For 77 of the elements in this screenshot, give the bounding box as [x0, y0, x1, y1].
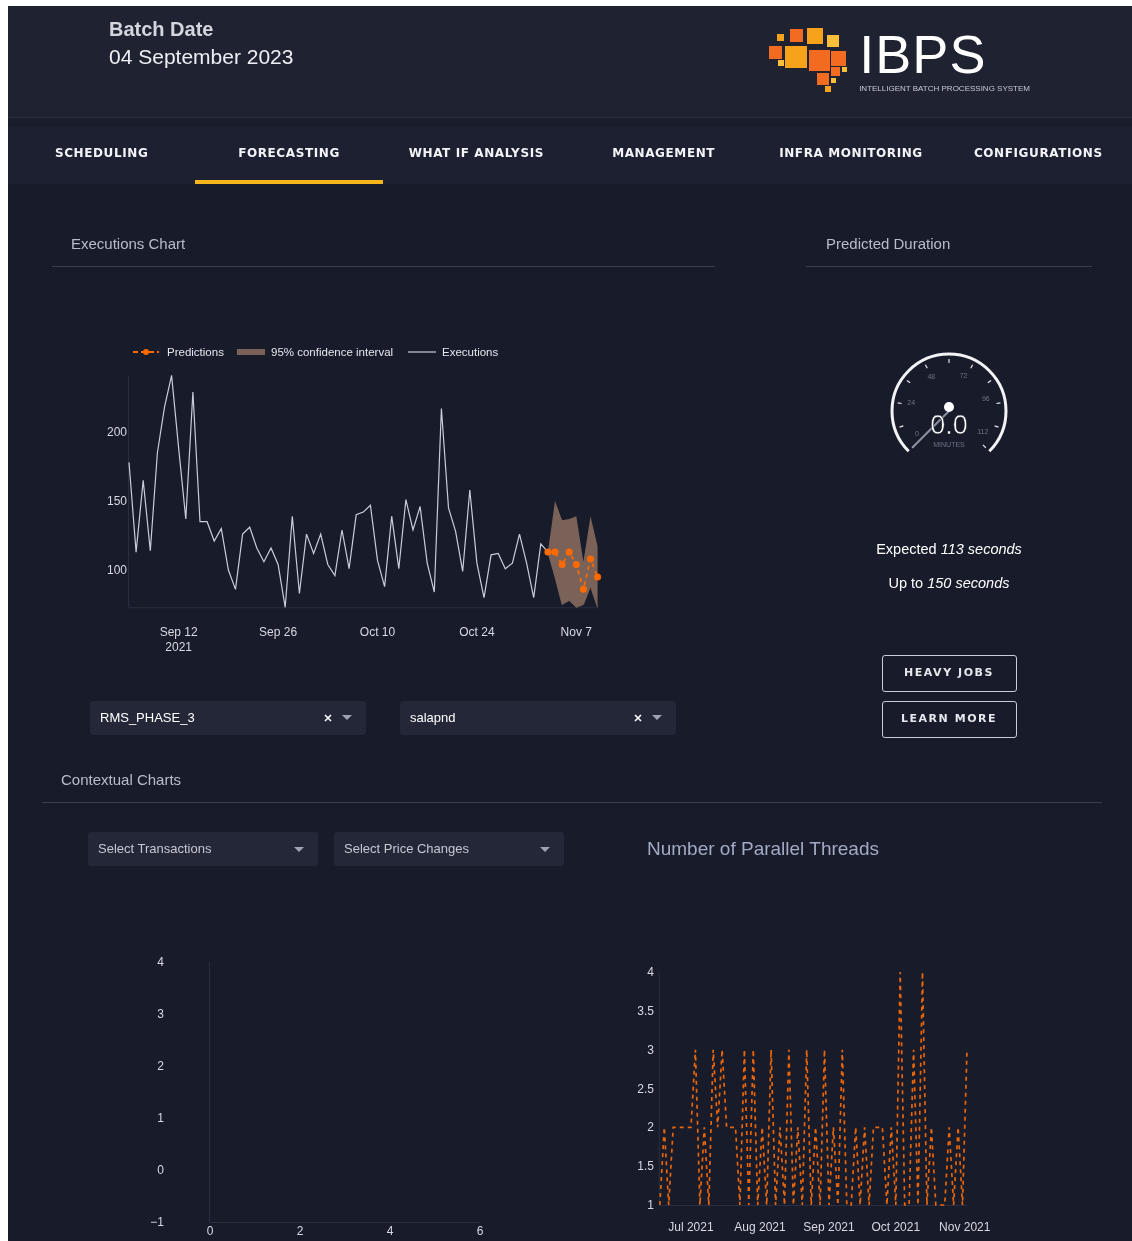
caret-icon: [294, 846, 304, 852]
legend-swatch: [132, 348, 160, 355]
nav-tab[interactable]: SCHEDULING: [8, 126, 196, 184]
gauge-value: 0.0: [930, 409, 968, 440]
axis-tick-label: 1.5: [637, 1159, 654, 1174]
axis-tick-label: 4: [157, 955, 164, 969]
legend-swatch: [237, 348, 265, 355]
logo-wordmark: IBPS: [859, 28, 988, 80]
chart-title: Number of Parallel Threads: [647, 836, 879, 861]
batch-date-value: 04 September 2023: [109, 44, 294, 70]
axis-tick-label: 2: [296, 1224, 304, 1238]
data-marker: [587, 555, 594, 562]
dropdown-field[interactable]: Select Transactions: [88, 832, 318, 866]
gauge-hub: [944, 401, 954, 412]
data-marker: [579, 585, 587, 593]
axis-tick-label: 1: [647, 1198, 654, 1212]
axis-tick-label: 4: [386, 1224, 394, 1238]
dropdown-placeholder: Select Price Changes: [344, 840, 470, 859]
section-title: Contextual Charts: [61, 771, 182, 788]
axis-tick-label: Jul 2021: [668, 1220, 714, 1234]
axis-tick-label: 0: [157, 1163, 164, 1177]
dropdown-field[interactable]: RMS_PHASE_3: [90, 700, 366, 735]
logo-icon: [769, 28, 850, 94]
action-button[interactable]: LEARN MORE: [881, 701, 1017, 738]
axis-tick-label: 3: [647, 1042, 654, 1057]
axis-tick-label: −1: [150, 1215, 164, 1229]
logo-tagline: INTELLIGENT BATCH PROCESSING SYSTEM: [859, 83, 1030, 95]
axis-tick-label: Nov 7: [560, 624, 592, 639]
axis-tick-label: Nov 2021: [939, 1220, 991, 1234]
nav-tab[interactable]: WHAT IF ANALYSIS: [382, 126, 570, 184]
axis-tick-label: 3: [157, 1007, 164, 1021]
data-marker: [565, 548, 573, 556]
dropdown-field[interactable]: salapnd: [400, 700, 676, 735]
axis-tick-label: Oct 24: [459, 624, 495, 639]
nav-tab[interactable]: MANAGEMENT: [570, 126, 758, 184]
nav-tab[interactable]: CONFIGURATIONS: [944, 126, 1132, 184]
caret-icon: [652, 715, 662, 720]
axis-tick-label: 3.5: [637, 1003, 654, 1018]
nav-tab[interactable]: INFRA MONITORING: [757, 126, 945, 184]
max-duration-text: Up to 150 seconds: [888, 574, 1010, 594]
axis-tick-label: 100: [106, 562, 127, 577]
section-title: Predicted Duration: [826, 234, 951, 252]
data-marker: [572, 560, 580, 568]
axis-tick-label: Sep 26: [259, 624, 298, 639]
nav-tab[interactable]: FORECASTING: [195, 126, 383, 184]
legend-label: Executions: [442, 345, 499, 358]
caret-icon: [540, 846, 550, 852]
axis-tick-label: Aug 2021: [734, 1220, 786, 1234]
axis-tick-label: 2: [157, 1059, 164, 1073]
axis-tick-label: 0: [206, 1224, 214, 1238]
axis-tick-label: Sep 12 2021: [159, 624, 198, 654]
expected-duration-text: Expected 113 seconds: [876, 539, 1022, 559]
data-marker: [594, 572, 602, 580]
axis-tick-label: 1: [157, 1111, 164, 1125]
section-title: Executions Chart: [71, 234, 186, 252]
axis-tick-label: 6: [476, 1224, 484, 1238]
clear-icon[interactable]: [634, 713, 642, 722]
axis-tick-label: Oct 10: [359, 624, 396, 639]
legend-label: 95% confidence interval: [271, 345, 394, 358]
axis-tick-label: Oct 2021: [871, 1220, 921, 1234]
axis-tick-label: 200: [106, 424, 127, 439]
dropdown-placeholder: Select Transactions: [98, 840, 213, 859]
clear-icon[interactable]: [324, 713, 332, 722]
action-button[interactable]: HEAVY JOBS: [881, 655, 1017, 692]
axis-tick-label: 4: [647, 965, 654, 979]
legend-swatch: [407, 350, 437, 353]
axis-tick-label: 150: [106, 493, 127, 508]
dropdown-field[interactable]: Select Price Changes: [334, 832, 564, 866]
dropdown-value: salapnd: [410, 708, 457, 727]
axis-tick-label: 2.5: [637, 1081, 654, 1096]
caret-icon: [342, 715, 352, 720]
axis-tick-label: 2: [647, 1120, 654, 1135]
dropdown-value: RMS_PHASE_3: [100, 708, 196, 727]
data-marker: [558, 560, 566, 568]
batch-date-label: Batch Date: [109, 17, 215, 42]
legend-label: Predictions: [167, 345, 224, 358]
axis-tick-label: Sep 2021: [803, 1220, 855, 1234]
